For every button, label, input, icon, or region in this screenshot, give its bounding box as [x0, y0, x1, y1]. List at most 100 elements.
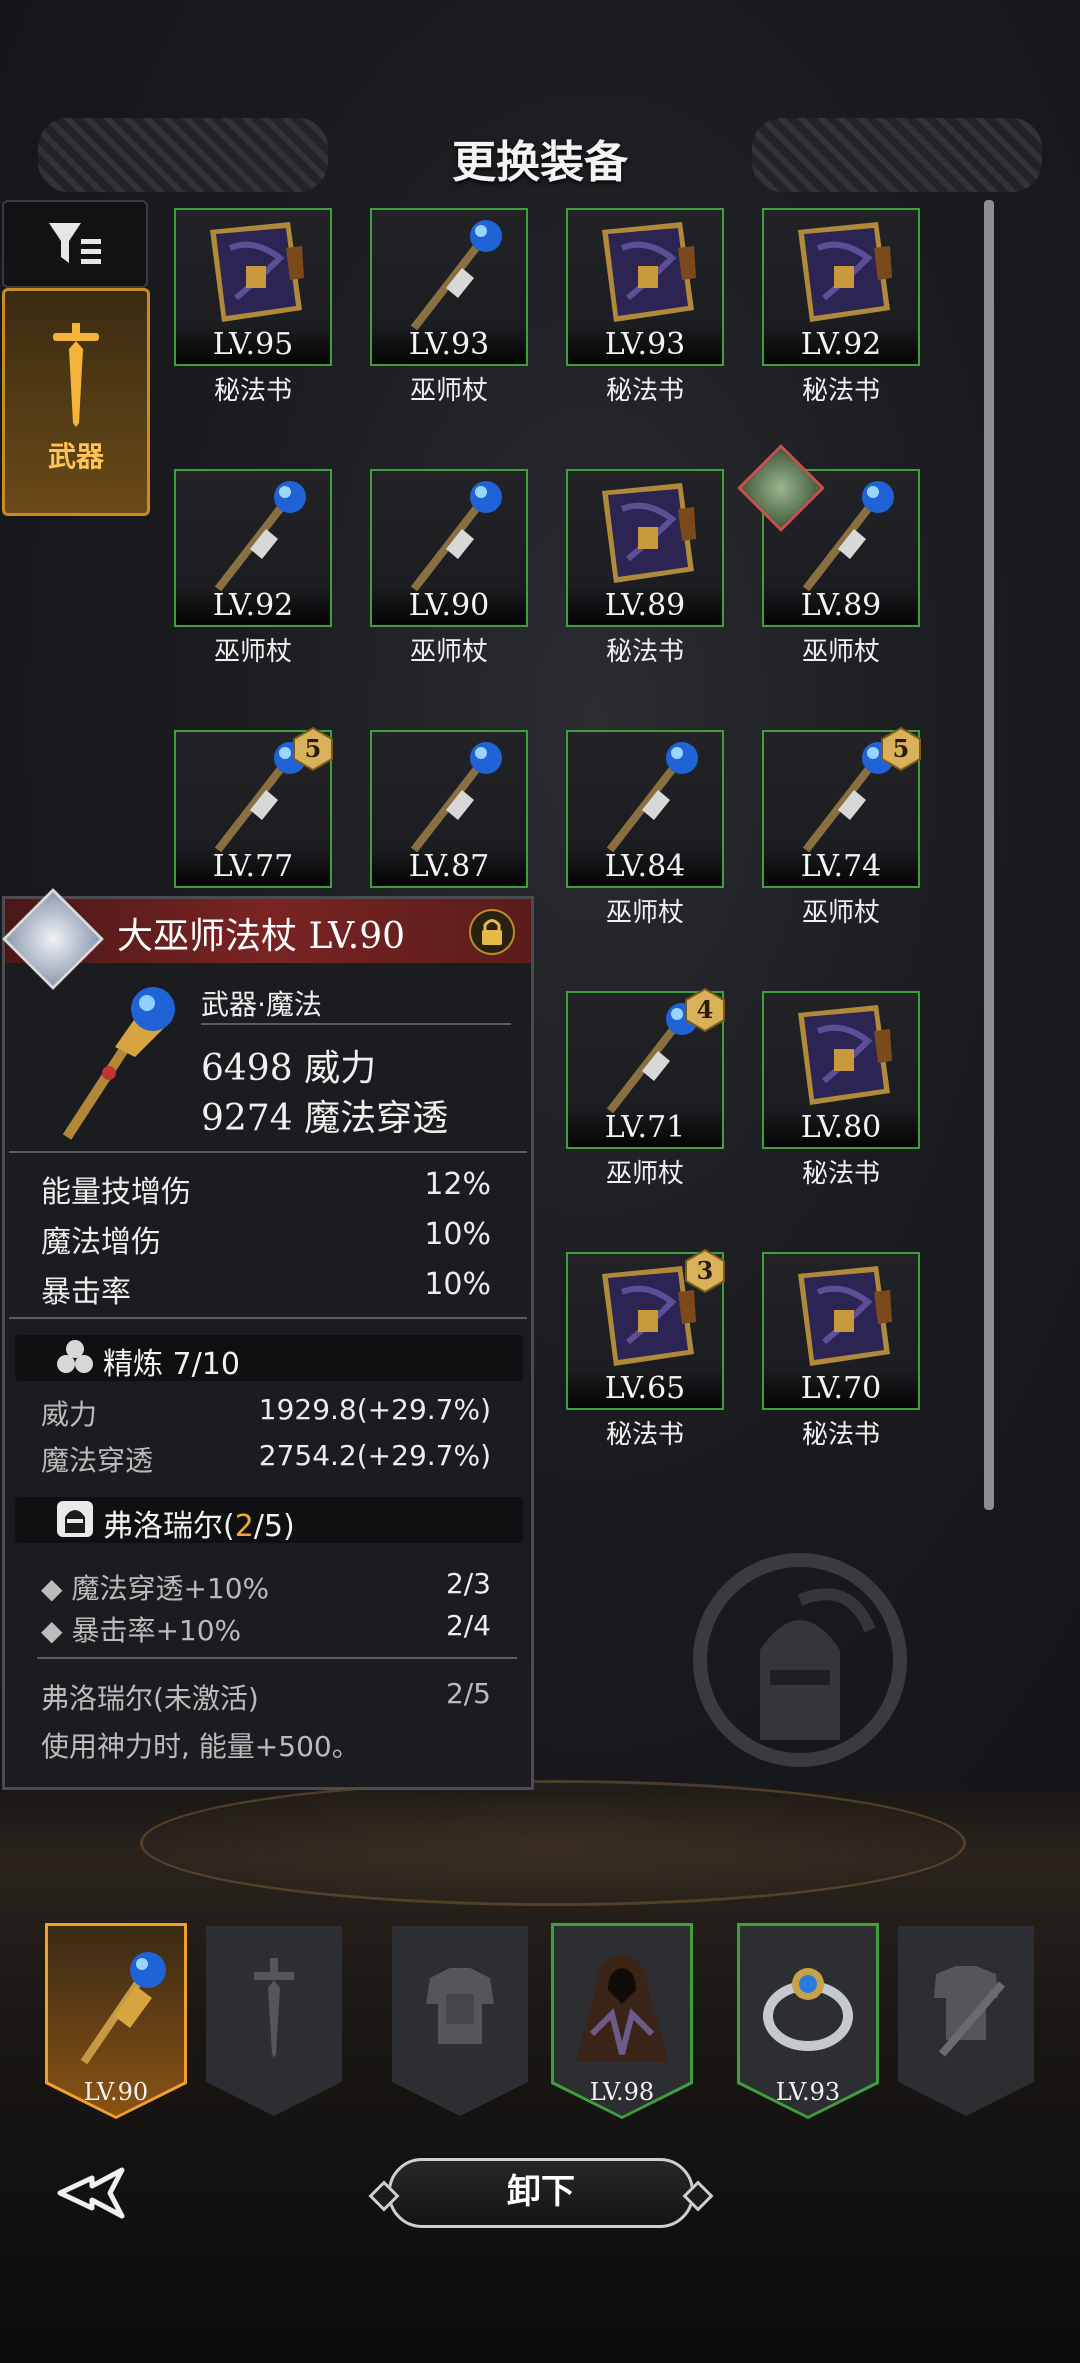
- inventory-item[interactable]: LV.89: [566, 469, 724, 627]
- refine-badge: 5: [878, 726, 924, 772]
- knight-emblem-icon: [693, 1553, 907, 1767]
- bonus-row: 魔法增伤 10%: [41, 1217, 491, 1261]
- refine-icon: [57, 1340, 93, 1373]
- refine-label: 威力: [41, 1398, 98, 1431]
- item-level: LV.89: [764, 587, 918, 625]
- slot-level: LV.90: [83, 2078, 149, 2106]
- divider: [201, 1023, 511, 1025]
- staff-icon: [606, 742, 698, 852]
- slot-level: LV.93: [775, 2078, 841, 2106]
- item-name: 秘法书: [605, 376, 684, 406]
- inventory-item[interactable]: LV.77 5: [174, 726, 333, 888]
- item-type: 武器·魔法: [201, 988, 322, 1021]
- inventory-item[interactable]: LV.65 3: [566, 1248, 725, 1410]
- sword-icon: [254, 1958, 294, 2058]
- bonus-label: 暴击率: [41, 1275, 131, 1310]
- equipment-slot[interactable]: LV.90: [45, 1923, 187, 2119]
- inventory-item[interactable]: LV.87: [370, 730, 528, 888]
- equipment-slot[interactable]: LV.93: [737, 1923, 879, 2119]
- refine-badge: 5: [290, 726, 336, 772]
- refine-value: 2754.2(+29.7%): [258, 1439, 491, 1472]
- hero-avatar: [2, 888, 104, 990]
- item-level: LV.92: [176, 587, 330, 625]
- item-name: 巫师杖: [409, 376, 488, 406]
- refine-level: 3: [696, 1256, 714, 1285]
- item-name: 秘法书: [605, 1420, 684, 1450]
- item-name: 巫师杖: [213, 637, 292, 667]
- inventory-item[interactable]: LV.93: [566, 208, 724, 366]
- item-level: LV.70: [764, 1370, 918, 1408]
- power-value: 6498: [201, 1048, 293, 1089]
- set-row-value: 2/4: [445, 1609, 491, 1642]
- page-title: 更换装备: [452, 137, 628, 188]
- set-row-label: ◆ 暴击率+10%: [41, 1614, 242, 1647]
- equipment-slot[interactable]: [898, 1926, 1034, 2116]
- inventory-item[interactable]: LV.70: [762, 1252, 920, 1410]
- set-row: ◆ 魔法穿透+10% 2/3: [41, 1567, 491, 1607]
- tab-weapon[interactable]: 武器: [2, 288, 150, 516]
- inventory-item[interactable]: LV.80: [762, 991, 920, 1149]
- equipment-slot[interactable]: [392, 1926, 528, 2116]
- item-name: 巫师杖: [409, 637, 488, 667]
- lock-icon: [482, 919, 502, 945]
- set-row-value: 2/3: [445, 1567, 491, 1600]
- item-level: LV.87: [372, 848, 526, 886]
- staff-icon: [410, 742, 502, 852]
- divider: [9, 1151, 527, 1153]
- spellbook-icon: [798, 1005, 892, 1105]
- item-name: 秘法书: [801, 1159, 880, 1189]
- staff-icon: [62, 987, 175, 1140]
- bonus-value: 12%: [424, 1167, 491, 1202]
- set-row-text: 魔法穿透+10%: [71, 1572, 270, 1605]
- refine-level: 4: [696, 995, 714, 1024]
- equipment-slot[interactable]: LV.98: [551, 1923, 693, 2119]
- spellbook-icon: [602, 483, 696, 583]
- staff-icon: [410, 220, 502, 330]
- item-level: LV.90: [372, 587, 526, 625]
- set-inactive-desc-row: 使用神力时, 能量+500。: [41, 1725, 491, 1765]
- inventory-item[interactable]: LV.95: [174, 208, 332, 366]
- divider: [9, 1317, 527, 1319]
- equipment-screen: 更换装备 武器 LV.95 秘法书 LV.93 巫师杖 LV.93 秘法书 LV.92 秘法书…: [0, 0, 1080, 2363]
- refine-badge: 3: [682, 1248, 728, 1294]
- slot-level: LV.98: [589, 2078, 655, 2106]
- item-name: 秘法书: [801, 376, 880, 406]
- refine-title: 精炼 7/10: [103, 1347, 240, 1382]
- set-inactive-row: 弗洛瑞尔(未激活) 2/5: [41, 1677, 491, 1717]
- equipment-slot[interactable]: [206, 1926, 342, 2116]
- bonus-label: 魔法增伤: [41, 1225, 161, 1260]
- inventory-item[interactable]: LV.74 5: [762, 726, 921, 888]
- item-detail-header: 大巫师法杖 LV.90: [2, 888, 531, 990]
- header-ornament-right: [752, 118, 1042, 192]
- item-name: 大巫师法杖 LV.90: [117, 916, 406, 957]
- lock-button[interactable]: [469, 909, 515, 955]
- filter-button[interactable]: [2, 200, 148, 288]
- inventory-item[interactable]: LV.90: [370, 469, 528, 627]
- item-name: 巫师杖: [801, 637, 880, 667]
- scrollbar[interactable]: [984, 200, 994, 1510]
- inventory-item[interactable]: LV.84: [566, 730, 724, 888]
- inventory-item[interactable]: LV.92: [174, 469, 332, 627]
- set-row-text: 暴击率+10%: [71, 1614, 242, 1647]
- item-detail-panel: 大巫师法杖 LV.90 武器·魔法 6498 威力 9274 魔法穿透 能量技增…: [2, 888, 534, 1790]
- knight-helmet-icon: [57, 1501, 93, 1537]
- item-level: LV.84: [568, 848, 722, 886]
- armor-icon: [426, 1968, 494, 2044]
- back-arrow-icon[interactable]: [52, 2158, 152, 2228]
- penetration-label: 魔法穿透: [304, 1098, 449, 1139]
- bonus-label: 能量技增伤: [41, 1175, 191, 1210]
- refine-row: 威力 1929.8(+29.7%): [41, 1393, 491, 1433]
- item-name: 秘法书: [213, 376, 292, 406]
- unequip-button[interactable]: 卸下: [388, 2158, 694, 2228]
- inventory-item[interactable]: LV.93: [370, 208, 528, 366]
- power-stat: 6498 威力: [201, 1039, 376, 1091]
- inventory-item[interactable]: LV.92: [762, 208, 920, 366]
- penetration-value: 9274: [201, 1098, 293, 1139]
- scrollbar-thumb[interactable]: [984, 200, 994, 1510]
- power-label: 威力: [304, 1048, 377, 1089]
- bonus-row: 能量技增伤 12%: [41, 1167, 491, 1211]
- set-row: ◆ 暴击率+10% 2/4: [41, 1609, 491, 1649]
- set-inactive-value: 2/5: [445, 1677, 491, 1710]
- set-header: 弗洛瑞尔(2/5): [15, 1497, 523, 1544]
- inventory-item[interactable]: LV.71 4: [566, 987, 725, 1149]
